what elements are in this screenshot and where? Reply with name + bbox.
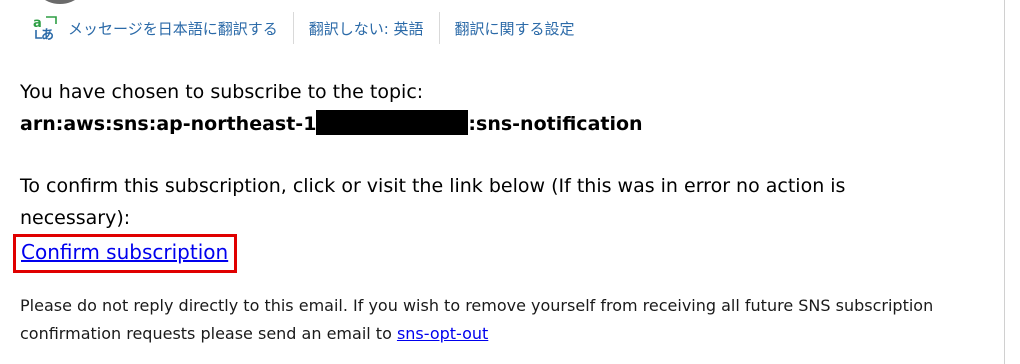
redacted-account-id (316, 110, 469, 135)
translate-icon: a あ (32, 14, 60, 43)
email-body: You have chosen to subscribe to the topi… (13, 76, 950, 273)
arn-suffix: :sns-notification (468, 113, 643, 135)
footer-note: Please do not reply directly to this ema… (20, 292, 950, 348)
confirm-highlight-box: Confirm subscription (13, 234, 238, 273)
svg-text:あ: あ (41, 28, 54, 42)
vertical-scrollbar[interactable] (1004, 0, 1020, 364)
sender-avatar (30, 0, 90, 4)
topic-arn: arn:aws:sns:ap-northeast-1 :sns-notificat… (20, 108, 950, 140)
divider (438, 12, 440, 44)
translation-bar: a あ メッセージを日本語に翻訳する 翻訳しない: 英語 翻訳に関する設定 (32, 12, 575, 44)
confirm-subscription-link[interactable]: Confirm subscription (21, 240, 228, 264)
confirm-instructions: To confirm this subscription, click or v… (20, 175, 846, 229)
sns-opt-out-link[interactable]: sns-opt-out (397, 324, 488, 343)
divider (292, 12, 294, 44)
translation-settings-link[interactable]: 翻訳に関する設定 (455, 18, 575, 39)
no-translate-link[interactable]: 翻訳しない: 英語 (309, 18, 424, 39)
translate-message-link[interactable]: メッセージを日本語に翻訳する (68, 18, 278, 39)
intro-text: You have chosen to subscribe to the topi… (20, 81, 424, 103)
arn-prefix: arn:aws:sns:ap-northeast-1 (20, 113, 317, 135)
